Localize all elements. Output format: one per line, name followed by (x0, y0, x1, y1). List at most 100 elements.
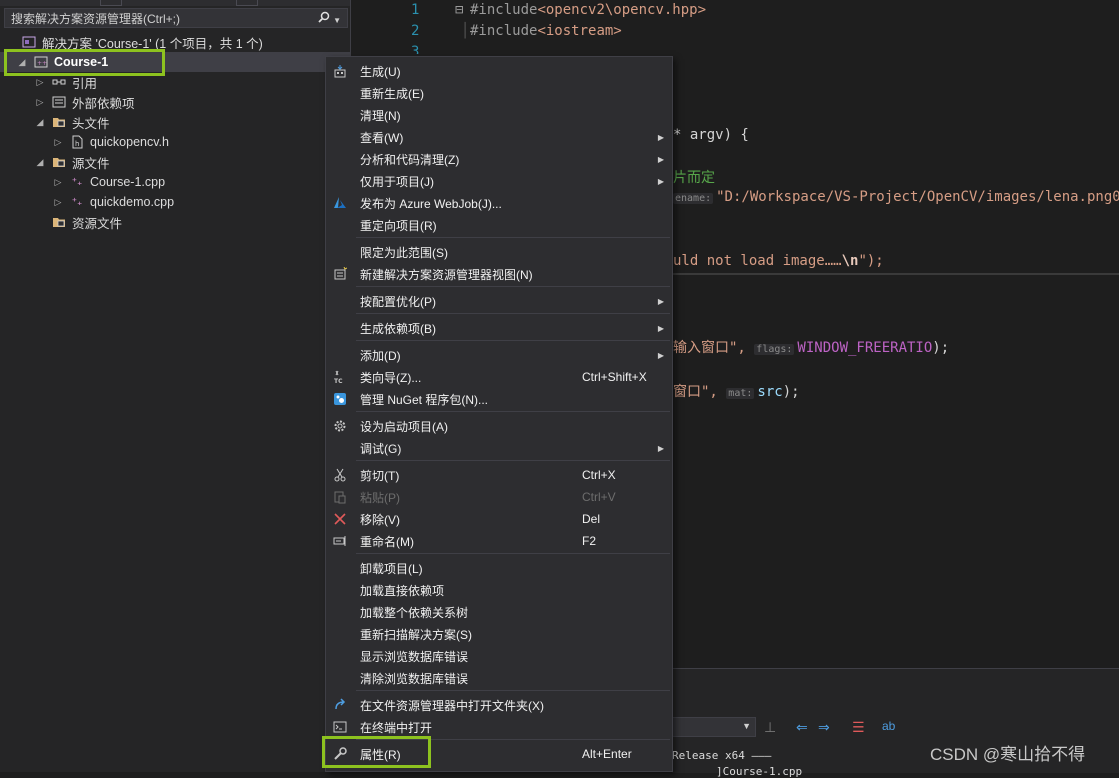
class-wizard-icon: TC (332, 369, 348, 385)
menu-item-label: 属性(R) (360, 747, 401, 762)
menu-item-analyze[interactable]: 分析和代码清理(Z) ▶ (326, 148, 672, 170)
tree-item-header-files[interactable]: ◢ 头文件 (34, 112, 110, 132)
line-number: 1 (411, 2, 420, 18)
menu-item-properties[interactable]: 属性(R) Alt+Enter (326, 743, 672, 765)
menu-item-rename[interactable]: 重命名(M) F2 (326, 530, 672, 552)
menu-item-label: 清理(N) (360, 108, 401, 123)
tree-item-external-deps[interactable]: ▷ 外部依赖项 (34, 92, 135, 112)
menu-separator (356, 286, 670, 287)
window-name-string: 输入窗口", (673, 340, 746, 356)
azure-icon (332, 195, 348, 211)
menu-item-remove[interactable]: 移除(V) Del (326, 508, 672, 530)
panel-tab-strip (0, 0, 350, 6)
search-icon[interactable]: ▼ (318, 11, 341, 26)
line-number: 2 (411, 23, 420, 39)
menu-item-unload[interactable]: 卸载项目(L) (326, 557, 672, 579)
tree-item-label: quickdemo.cpp (90, 195, 175, 209)
submenu-arrow-icon: ▶ (657, 350, 664, 360)
menu-item-new-view[interactable]: 新建解决方案资源管理器视图(N) (326, 263, 672, 285)
code-line-1: #include<opencv2\opencv.hpp> (470, 2, 706, 18)
submenu-arrow-icon: ▶ (657, 132, 664, 142)
menu-item-add[interactable]: 添加(D) ▶ (326, 344, 672, 366)
error-string: uld not load image…… (673, 253, 842, 269)
code-fragment-namedwindow: 输入窗口", flags: WINDOW_FREERATIO); (673, 337, 949, 357)
paste-icon (332, 489, 348, 505)
solution-label: 解决方案 'Course-1' (1 个项目，共 1 个) (42, 36, 263, 51)
prev-message-icon[interactable]: ⇐ (796, 719, 808, 736)
menu-separator (356, 553, 670, 554)
tree-item-label: 外部依赖项 (72, 96, 135, 111)
word-wrap-icon[interactable]: ab (882, 719, 895, 733)
folder-icon (52, 215, 66, 229)
expand-arrow-icon[interactable]: ◢ (16, 57, 28, 68)
menu-item-rescan[interactable]: 重新扫描解决方案(S) (326, 623, 672, 645)
code-fragment-argv: * argv) { (673, 127, 749, 143)
menu-item-publish-azure[interactable]: 发布为 Azure WebJob(J)... (326, 192, 672, 214)
param-hint: ename: (673, 193, 714, 204)
call-close: ); (932, 340, 950, 356)
tree-item-course-cpp[interactable]: ▷ ⁺₊ Course-1.cpp (52, 172, 166, 192)
solution-search-input[interactable]: 搜索解决方案资源管理器(Ctrl+;) ▼ (4, 8, 348, 28)
menu-item-set-startup[interactable]: 设为启动项目(A) (326, 415, 672, 437)
code-fragment-path: ename: "D:/Workspace/VS-Project/OpenCV/im… (673, 189, 1119, 205)
expand-arrow-icon[interactable]: ▷ (34, 77, 46, 88)
menu-item-open-in-explorer[interactable]: 在文件资源管理器中打开文件夹(X) (326, 694, 672, 716)
menu-item-load-dep-tree[interactable]: 加载整个依赖关系树 (326, 601, 672, 623)
menu-item-rebuild[interactable]: 重新生成(E) (326, 82, 672, 104)
tree-item-quickdemo-cpp[interactable]: ▷ ⁺₊ quickdemo.cpp (52, 192, 175, 212)
menu-item-view[interactable]: 查看(W) ▶ (326, 126, 672, 148)
menu-item-retarget[interactable]: 重定向项目(R) (326, 214, 672, 236)
menu-item-label: 调试(G) (360, 441, 402, 456)
menu-item-pgo[interactable]: 按配置优化(P) ▶ (326, 290, 672, 312)
find-message-icon[interactable]: ⊥ (764, 719, 776, 736)
menu-item-nuget[interactable]: 管理 NuGet 程序包(N)... (326, 388, 672, 410)
include-header: <opencv2\opencv.hpp> (537, 2, 707, 18)
expand-arrow-icon[interactable]: ◢ (34, 157, 46, 168)
menu-item-label: 清除浏览数据库错误 (360, 671, 469, 686)
expand-arrow-icon[interactable]: ▷ (52, 177, 64, 188)
menu-item-label: 限定为此范围(S) (360, 245, 448, 260)
menu-item-build[interactable]: 生成(U) (326, 60, 672, 82)
menu-item-clear-db-errors[interactable]: 清除浏览数据库错误 (326, 667, 672, 689)
menu-item-class-wizard[interactable]: TC 类向导(Z)... Ctrl+Shift+X (326, 366, 672, 388)
tree-item-project[interactable]: ◢ ++ Course-1 (0, 52, 350, 72)
src-variable: src (757, 384, 783, 400)
svg-text:++: ++ (37, 60, 47, 67)
tree-item-label: 资源文件 (72, 216, 123, 231)
expand-arrow-icon[interactable]: ▷ (34, 97, 46, 108)
menu-separator (356, 739, 670, 740)
menu-item-open-terminal[interactable]: 在终端中打开 (326, 716, 672, 738)
menu-item-build-deps[interactable]: 生成依赖项(B) ▶ (326, 317, 672, 339)
menu-item-debug[interactable]: 调试(G) ▶ (326, 437, 672, 459)
tree-item-resource-files[interactable]: 资源文件 (52, 212, 122, 232)
menu-item-label: 查看(W) (360, 130, 404, 145)
expand-arrow-icon[interactable]: ◢ (34, 117, 46, 128)
project-context-menu: 生成(U) 重新生成(E) 清理(N) 查看(W) ▶ 分析和代码清理(Z) ▶ 仅… (325, 56, 673, 772)
menu-item-cut[interactable]: 剪切(T) Ctrl+X (326, 464, 672, 486)
svg-text:h: h (75, 140, 79, 148)
menu-item-project-only[interactable]: 仅用于项目(J) ▶ (326, 170, 672, 192)
solution-node[interactable]: 解决方案 'Course-1' (1 个项目，共 1 个) (22, 32, 263, 52)
code-fragment-imshow: 窗口", mat: src); (673, 381, 800, 401)
menu-item-show-db-errors[interactable]: 显示浏览数据库错误 (326, 645, 672, 667)
tree-item-source-files[interactable]: ◢ 源文件 (34, 152, 110, 172)
menu-item-shortcut: Ctrl+X (582, 468, 616, 482)
menu-item-shortcut: Alt+Enter (582, 747, 632, 761)
fold-toggle-icon[interactable]: ⊟ (455, 2, 463, 18)
menu-item-label: 显示浏览数据库错误 (360, 649, 469, 664)
menu-item-paste[interactable]: 粘贴(P) Ctrl+V (326, 486, 672, 508)
include-directive: #include (470, 23, 538, 39)
output-source-dropdown[interactable]: ▼ (672, 717, 756, 737)
menu-separator (356, 690, 670, 691)
menu-item-clean[interactable]: 清理(N) (326, 104, 672, 126)
expand-arrow-icon[interactable]: ▷ (52, 137, 64, 148)
tree-item-references[interactable]: ▷ 引用 (34, 72, 97, 92)
clear-all-icon[interactable]: ☰ (852, 719, 865, 736)
expand-arrow-icon[interactable]: ▷ (52, 197, 64, 208)
menu-item-scope[interactable]: 限定为此范围(S) (326, 241, 672, 263)
line-number: 3 (411, 44, 420, 54)
tree-item-quickopencv-h[interactable]: ▷ h quickopencv.h (52, 132, 169, 152)
menu-item-label: 类向导(Z)... (360, 370, 422, 385)
next-message-icon[interactable]: ⇒ (818, 719, 830, 736)
menu-item-load-direct-deps[interactable]: 加载直接依赖项 (326, 579, 672, 601)
